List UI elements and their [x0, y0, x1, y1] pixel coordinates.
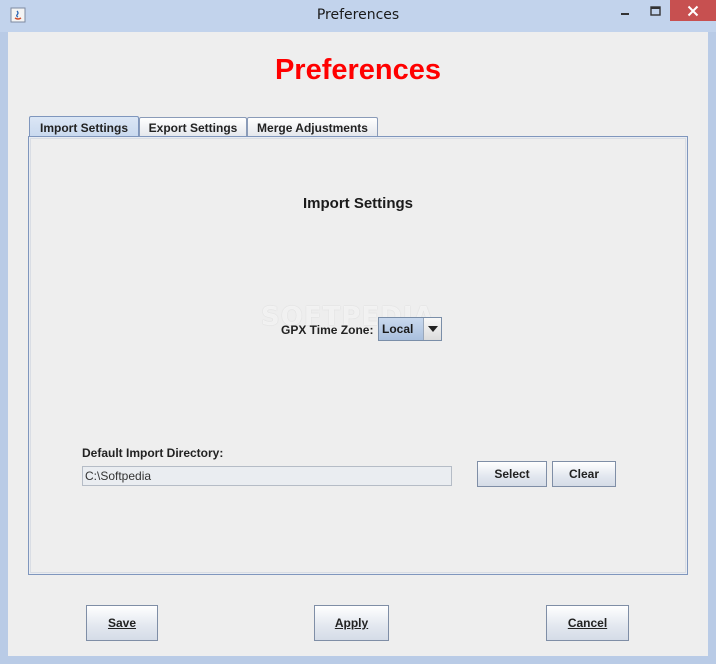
page-title: Preferences — [274, 54, 442, 86]
tab-import-settings[interactable]: Import Settings — [29, 116, 139, 138]
apply-button-label: Apply — [334, 616, 369, 630]
minimize-icon — [621, 13, 629, 15]
preferences-window: Preferences Preferences Import Settings … — [0, 0, 716, 664]
select-button[interactable]: Select — [477, 461, 547, 487]
clear-button[interactable]: Clear — [552, 461, 616, 487]
section-title: Import Settings — [302, 195, 413, 212]
tab-merge-adjustments[interactable]: Merge Adjustments — [247, 117, 378, 137]
close-icon — [687, 5, 699, 16]
save-button-label: Save — [107, 616, 137, 630]
dialog-content: Preferences Import Settings Export Setti… — [8, 32, 708, 656]
maximize-button[interactable] — [640, 0, 670, 22]
title-bar[interactable]: Preferences — [0, 0, 716, 32]
import-settings-panel: Import Settings SOFTPEDIA GPX Time Zone:… — [28, 136, 688, 575]
cancel-button[interactable]: Cancel — [546, 605, 629, 641]
close-button[interactable] — [670, 0, 716, 21]
default-import-directory-label: Default Import Directory: — [82, 446, 224, 460]
gpx-time-zone-value[interactable]: Local — [379, 318, 423, 340]
maximize-icon — [649, 6, 661, 16]
cancel-button-label: Cancel — [567, 616, 608, 630]
gpx-time-zone-label: GPX Time Zone: — [281, 323, 374, 337]
save-button[interactable]: Save — [86, 605, 158, 641]
default-import-directory-field[interactable]: C:\Softpedia — [82, 466, 452, 486]
gpx-time-zone-select[interactable]: Local — [378, 317, 442, 341]
chevron-down-icon[interactable] — [423, 318, 441, 340]
panel-body: Import Settings SOFTPEDIA GPX Time Zone:… — [30, 138, 686, 573]
tab-export-settings[interactable]: Export Settings — [139, 117, 247, 137]
minimize-button[interactable] — [610, 0, 640, 22]
window-title: Preferences — [316, 7, 400, 23]
apply-button[interactable]: Apply — [314, 605, 389, 641]
